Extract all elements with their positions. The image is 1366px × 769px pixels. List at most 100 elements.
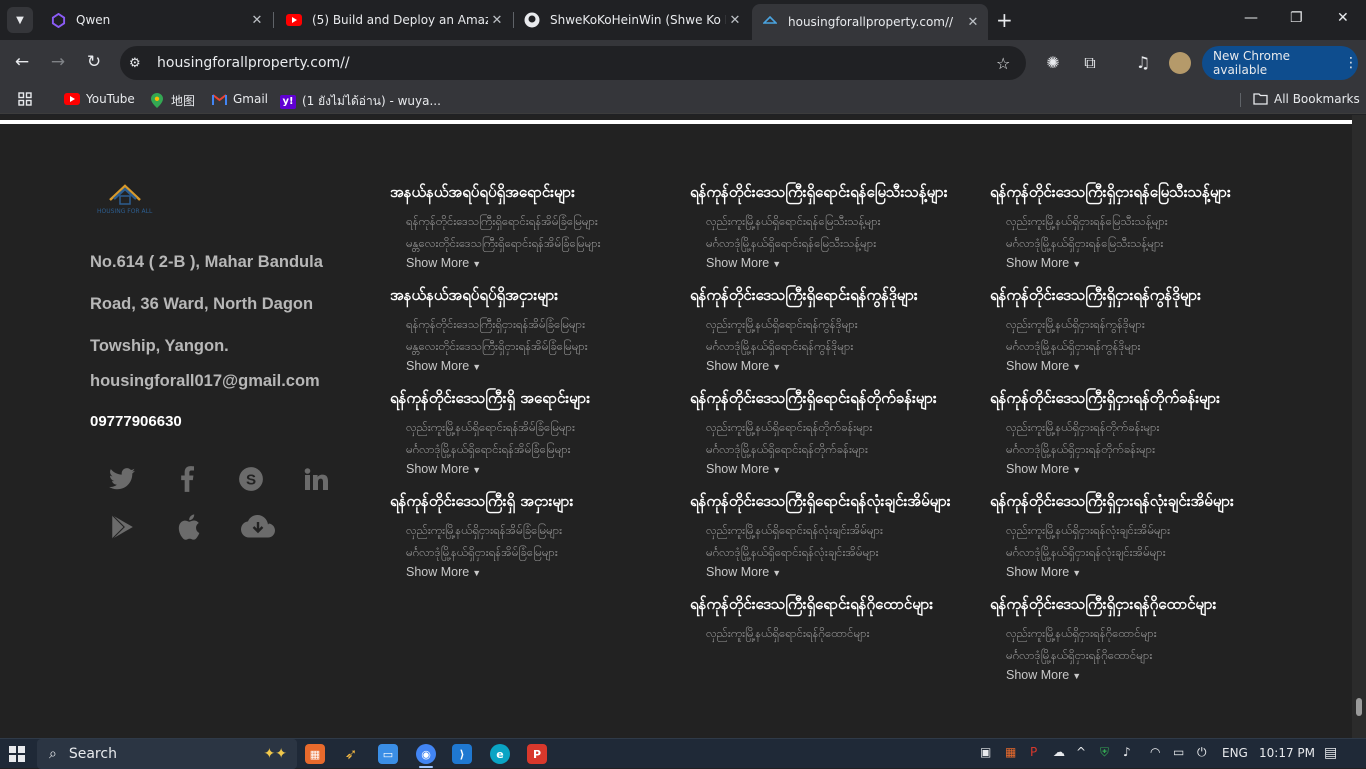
bookmark-star-icon[interactable]: ☆: [996, 54, 1026, 73]
power-plug-icon[interactable]: ⏻: [1197, 745, 1207, 760]
section-title[interactable]: အနယ်နယ်အရပ်ရပ်ရှိအရောင်းများ: [390, 183, 670, 202]
section-link[interactable]: လှည်းကူးမြို့နယ်ရှိငှားရန်အိမ်ခြံမြေများ: [390, 519, 670, 541]
site-settings-icon[interactable]: ⚙: [129, 56, 149, 71]
bookmark-yahoo[interactable]: y! (1 ยังไม่ได้อ่าน) - wuya...: [280, 92, 441, 111]
page-scrollbar[interactable]: [1352, 115, 1366, 738]
section-link[interactable]: လှည်းကူးမြို့နယ်ရှိငှားရန်တိုက်ခန်းများ: [990, 416, 1270, 438]
notifications-icon[interactable]: ▤: [1324, 745, 1337, 761]
windows-start-icon[interactable]: [9, 746, 25, 762]
footer-phone[interactable]: 09777906630: [90, 413, 182, 430]
twitter-icon[interactable]: [107, 464, 137, 494]
app-icon-red-p[interactable]: P: [527, 744, 547, 764]
section-title[interactable]: ရန်ကုန်တိုင်းဒေသကြီးရှိရောင်းရန်တိုက်ခန်…: [690, 389, 970, 408]
section-title[interactable]: ရန်ကုန်တိုင်းဒေသကြီးရှိရောင်းရန်ဂိုထောင်…: [690, 595, 970, 614]
skype-icon[interactable]: S: [236, 464, 266, 494]
section-link[interactable]: မင်္ဂလာဒုံမြို့နယ်ရှိငှားရန်တိုက်ခန်းမျာ…: [990, 438, 1270, 460]
section-link[interactable]: လှည်းကူးမြို့နယ်ရှိငှားရန်လုံးချင်းအိမ်မ…: [990, 519, 1270, 541]
section-title[interactable]: ရန်ကုန်တိုင်းဒေသကြီးရှိငှားရန်ဂိုထောင်မျ…: [990, 595, 1270, 614]
section-link[interactable]: မင်္ဂလာဒုံမြို့နယ်ရှိရောင်းရန်မြေသီးသန့်…: [690, 232, 970, 254]
language-indicator[interactable]: ENG: [1222, 746, 1248, 760]
wifi-icon[interactable]: ◠: [1150, 745, 1160, 759]
vscode-icon[interactable]: ⟩: [452, 744, 472, 764]
app-icon-bird[interactable]: ➶: [341, 744, 361, 764]
tray-app-icon[interactable]: ▣: [980, 745, 991, 759]
app-icon-orange[interactable]: ▦: [305, 744, 325, 764]
media-control-icon[interactable]: ♫: [1133, 53, 1153, 72]
forward-icon[interactable]: →: [47, 52, 69, 72]
tab-qwen[interactable]: Qwen ✕: [40, 4, 272, 36]
show-more-button[interactable]: Show More ▼: [390, 460, 670, 479]
apps-grid-icon[interactable]: [18, 92, 32, 106]
show-more-button[interactable]: Show More ▼: [990, 666, 1270, 685]
address-bar[interactable]: ⚙ housingforallproperty.com// ☆: [120, 46, 1026, 80]
minimize-icon[interactable]: —: [1244, 10, 1258, 26]
section-link[interactable]: မင်္ဂလာဒုံမြို့နယ်ရှိငှားရန်ဂိုထောင်များ: [990, 644, 1270, 666]
linkedin-icon[interactable]: [301, 464, 331, 494]
section-title[interactable]: ရန်ကုန်တိုင်းဒေသကြီးရှိ အငှားများ: [390, 492, 670, 511]
back-icon[interactable]: ←: [11, 52, 33, 72]
tab-github[interactable]: ShweKoKoHeinWin (Shwe Ko Ko ✕: [514, 4, 750, 36]
section-link[interactable]: မင်္ဂလာဒုံမြို့နယ်ရှိရောင်းရန်ကွန်ဒိုမျာ…: [690, 335, 970, 357]
section-link[interactable]: လှည်းကူးမြို့နယ်ရှိငှားရန်ကွန်ဒိုများ: [990, 313, 1270, 335]
extensions-puzzle-icon[interactable]: ⧉: [1080, 53, 1100, 73]
show-more-button[interactable]: Show More ▼: [690, 563, 970, 582]
show-more-button[interactable]: Show More ▼: [690, 460, 970, 479]
desktop-icon[interactable]: ▭: [378, 744, 398, 764]
close-icon[interactable]: ✕: [248, 13, 266, 28]
new-chrome-available-button[interactable]: New Chrome available ⋮: [1202, 46, 1358, 80]
security-shield-icon[interactable]: ⛨: [1100, 745, 1109, 760]
clock[interactable]: 10:17 PM: [1259, 746, 1315, 760]
tray-p-icon[interactable]: P: [1030, 745, 1037, 759]
show-more-button[interactable]: Show More ▼: [990, 254, 1270, 273]
google-play-icon[interactable]: [107, 512, 137, 542]
section-link[interactable]: လှည်းကူးမြို့နယ်ရှိရောင်းရန်ဂိုထောင်များ: [690, 622, 970, 644]
section-link[interactable]: လှည်းကူးမြို့နယ်ရှိရောင်းရန်အိမ်ခြံမြေမျ…: [390, 416, 670, 438]
close-icon[interactable]: ✕: [726, 13, 744, 28]
section-link[interactable]: လှည်းကူးမြို့နယ်ရှိရောင်းရန်တိုက်ခန်းမျာ…: [690, 416, 970, 438]
all-bookmarks-button[interactable]: All Bookmarks: [1252, 92, 1360, 106]
section-title[interactable]: ရန်ကုန်တိုင်းဒေသကြီးရှိ အရောင်းများ: [390, 389, 670, 408]
show-more-button[interactable]: Show More ▼: [390, 357, 670, 376]
new-tab-button[interactable]: +: [996, 10, 1013, 30]
show-more-button[interactable]: Show More ▼: [690, 254, 970, 273]
section-link[interactable]: မင်္ဂလာဒုံမြို့နယ်ရှိငှားရန်လုံးချင်းအိမ…: [990, 541, 1270, 563]
close-icon[interactable]: ✕: [964, 15, 982, 30]
bookmark-youtube[interactable]: YouTube: [64, 92, 135, 106]
volume-icon[interactable]: ♪: [1123, 745, 1131, 759]
section-title[interactable]: ရန်ကုန်တိုင်းဒေသကြီးရှိငှားရန်မြေသီးသန့်…: [990, 183, 1270, 202]
battery-icon[interactable]: ▭: [1173, 745, 1184, 759]
scrollbar-thumb[interactable]: [1356, 698, 1362, 716]
cloud-download-icon[interactable]: [240, 512, 276, 542]
show-more-button[interactable]: Show More ▼: [990, 563, 1270, 582]
section-link[interactable]: ရန်ကုန်တိုင်းဒေသကြီးရှိငှားရန်အိမ်ခြံမြေ…: [390, 313, 670, 335]
section-link[interactable]: ရန်ကုန်တိုင်းဒေသကြီးရှိရောင်းရန်အိမ်ခြံမ…: [390, 210, 670, 232]
section-link[interactable]: မင်္ဂလာဒုံမြို့နယ်ရှိငှားရန်အိမ်ခြံမြေမျ…: [390, 541, 670, 563]
tab-youtube[interactable]: (5) Build and Deploy an Amazin ✕: [276, 4, 512, 36]
section-title[interactable]: ရန်ကုန်တိုင်းဒေသကြီးရှိရောင်းရန်မြေသီးသန…: [690, 183, 970, 202]
bookmark-maps[interactable]: 地图: [149, 92, 195, 109]
show-more-button[interactable]: Show More ▼: [990, 357, 1270, 376]
section-title[interactable]: ရန်ကုန်တိုင်းဒေသကြီးရှိရောင်းရန်ကွန်ဒိုမ…: [690, 286, 970, 305]
close-icon[interactable]: ✕: [488, 13, 506, 28]
section-link[interactable]: လှည်းကူးမြို့နယ်ရှိရောင်းရန်မြေသီးသန့်မျ…: [690, 210, 970, 232]
facebook-icon[interactable]: [172, 464, 202, 494]
reload-icon[interactable]: ↻: [83, 52, 105, 72]
bookmark-gmail[interactable]: Gmail: [211, 92, 268, 106]
section-link[interactable]: မင်္ဂလာဒုံမြို့နယ်ရှိရောင်းရန်အိမ်ခြံမြေ…: [390, 438, 670, 460]
section-link[interactable]: လှည်းကူးမြို့နယ်ရှိရောင်းရန်ကွန်ဒိုများ: [690, 313, 970, 335]
show-more-button[interactable]: Show More ▼: [390, 254, 670, 273]
show-more-button[interactable]: Show More ▼: [690, 357, 970, 376]
address-text[interactable]: housingforallproperty.com//: [157, 55, 996, 71]
overflow-chevron-icon[interactable]: ^: [1076, 745, 1086, 759]
extension-ai-icon[interactable]: ✺: [1043, 53, 1063, 72]
section-link[interactable]: မင်္ဂလာဒုံမြို့နယ်ရှိရောင်းရန်တိုက်ခန်းမ…: [690, 438, 970, 460]
tray-cloud-icon[interactable]: ☁: [1053, 745, 1065, 759]
show-more-button[interactable]: Show More ▼: [390, 563, 670, 582]
tray-orange-icon[interactable]: ▦: [1005, 745, 1016, 759]
section-link[interactable]: မင်္ဂလာဒုံမြို့နယ်ရှိငှားရန်ကွန်ဒိုများ: [990, 335, 1270, 357]
restore-icon[interactable]: ❐: [1290, 10, 1303, 26]
site-logo[interactable]: HOUSING FOR ALL: [96, 180, 158, 218]
section-link[interactable]: လှည်းကူးမြို့နယ်ရှိငှားရန်မြေသီးသန့်များ: [990, 210, 1270, 232]
avatar[interactable]: [1169, 52, 1191, 74]
apple-icon[interactable]: [174, 512, 204, 542]
